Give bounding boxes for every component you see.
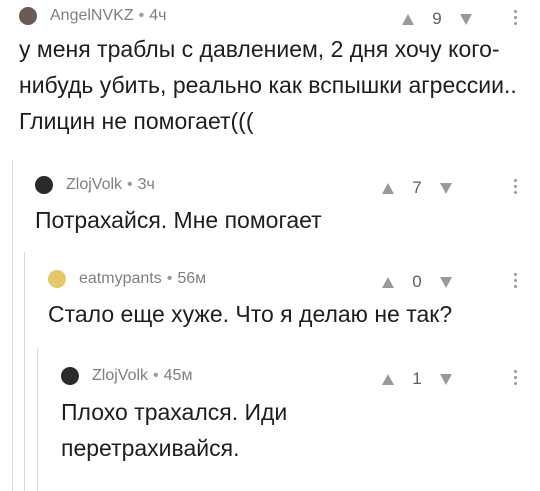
author-name[interactable]: eatmypants (79, 270, 162, 288)
arrow-down-icon[interactable] (460, 13, 472, 25)
arrow-down-icon[interactable] (440, 182, 452, 194)
avatar[interactable] (19, 7, 37, 25)
meta-separator: • (153, 367, 159, 384)
comment-text: у меня траблы с давлением, 2 дня хочу ко… (19, 36, 517, 134)
comment-header: ZlojVolk • 45м (61, 367, 192, 385)
meta-separator: • (166, 270, 173, 287)
vote-score: 1 (412, 369, 422, 388)
author-name[interactable]: ZlojVolk (66, 176, 122, 194)
comment-text: Стало еще хуже. Что я делаю не так? (48, 301, 453, 327)
avatar[interactable] (61, 367, 79, 385)
vote-controls: 7 (382, 178, 452, 198)
meta-separator: • (138, 7, 145, 24)
author-name[interactable]: ZlojVolk (92, 367, 148, 385)
vote-score: 0 (412, 272, 422, 291)
comment-time: 56м (177, 270, 207, 287)
more-vertical-icon[interactable] (513, 177, 517, 195)
arrow-up-icon[interactable] (382, 182, 394, 194)
more-vertical-icon[interactable] (513, 271, 517, 289)
arrow-up-icon[interactable] (382, 373, 394, 385)
comment-time: 45м (163, 367, 193, 384)
comment-header: AngelNVKZ • 4ч (19, 7, 166, 25)
vote-controls: 1 (382, 369, 452, 389)
comment-header: eatmypants • 56м (48, 270, 206, 288)
vote-score: 9 (432, 9, 442, 28)
vote-controls: 9 (402, 9, 472, 29)
thread-line-level-2 (24, 252, 25, 491)
more-vertical-icon[interactable] (513, 368, 517, 386)
comment-time: 4ч (149, 7, 167, 24)
thread-line-level-1 (12, 160, 13, 491)
arrow-down-icon[interactable] (440, 373, 452, 385)
arrow-down-icon[interactable] (440, 276, 452, 288)
comment-text: Потрахайся. Мне помогает (35, 207, 322, 233)
avatar[interactable] (35, 176, 53, 194)
vote-score: 7 (412, 178, 422, 197)
comment-header: ZlojVolk • 3ч (35, 176, 155, 194)
arrow-up-icon[interactable] (402, 13, 414, 25)
thread-line-level-3 (37, 348, 38, 491)
author-name[interactable]: AngelNVKZ (50, 7, 134, 25)
arrow-up-icon[interactable] (382, 276, 394, 288)
vote-controls: 0 (382, 272, 452, 292)
comment-time: 3ч (137, 176, 155, 193)
more-vertical-icon[interactable] (513, 8, 517, 26)
avatar[interactable] (48, 270, 66, 288)
comment-text: Плохо трахался. Иди перетрахивайся. (61, 399, 288, 461)
meta-separator: • (127, 176, 133, 193)
